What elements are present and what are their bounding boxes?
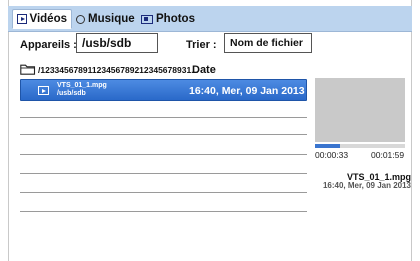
file-path: /usb/sdb [57,90,86,97]
video-icon [17,14,27,24]
file-row-selected[interactable]: VTS_01_1.mpg /usb/sdb 16:40, Mer, 09 Jan… [20,79,307,101]
sort-selector-value: Nom de fichier [230,37,303,49]
folder-icon [20,64,36,75]
empty-row-divider [20,211,307,212]
devices-label: Appareils : [20,39,77,51]
elapsed-time: 00:00:33 [315,150,349,160]
playback-progress-bar[interactable] [315,144,405,148]
tab-photos-label: Photos [156,13,195,25]
preview-file-date: 16:40, Mer, 09 Jan 2013 [322,181,411,190]
tab-videos-label: Vidéos [29,13,68,25]
date-column-header[interactable]: Date [192,64,216,76]
current-folder[interactable]: /12334567891123456789212345678931... [20,64,198,75]
music-icon [76,14,85,24]
current-path: /12334567891123456789212345678931... [38,64,199,75]
empty-row-divider [20,154,307,155]
total-duration: 00:01:59 [371,150,405,160]
tab-videos[interactable]: Vidéos [12,9,72,29]
file-date: 16:40, Mer, 09 Jan 2013 [189,85,305,97]
media-tab-bar: Vidéos Musique Photos [8,6,412,32]
playback-progress-fill [315,144,341,148]
photo-icon [141,14,153,24]
file-name: VTS_01_1.mpg [57,82,107,89]
sort-label: Trier : [186,39,217,51]
empty-row-divider [20,192,307,193]
device-selector-value: /usb/sdb [82,36,132,50]
tab-music-label: Musique [88,13,135,25]
video-preview [315,78,405,142]
device-selector[interactable]: /usb/sdb [76,33,158,53]
empty-row-divider [20,173,307,174]
play-icon [38,86,49,95]
sort-selector[interactable]: Nom de fichier [224,33,312,53]
empty-row-divider [20,117,307,118]
empty-row-divider [20,134,307,135]
tab-music[interactable]: Musique [76,9,135,29]
tab-photos[interactable]: Photos [141,9,195,29]
